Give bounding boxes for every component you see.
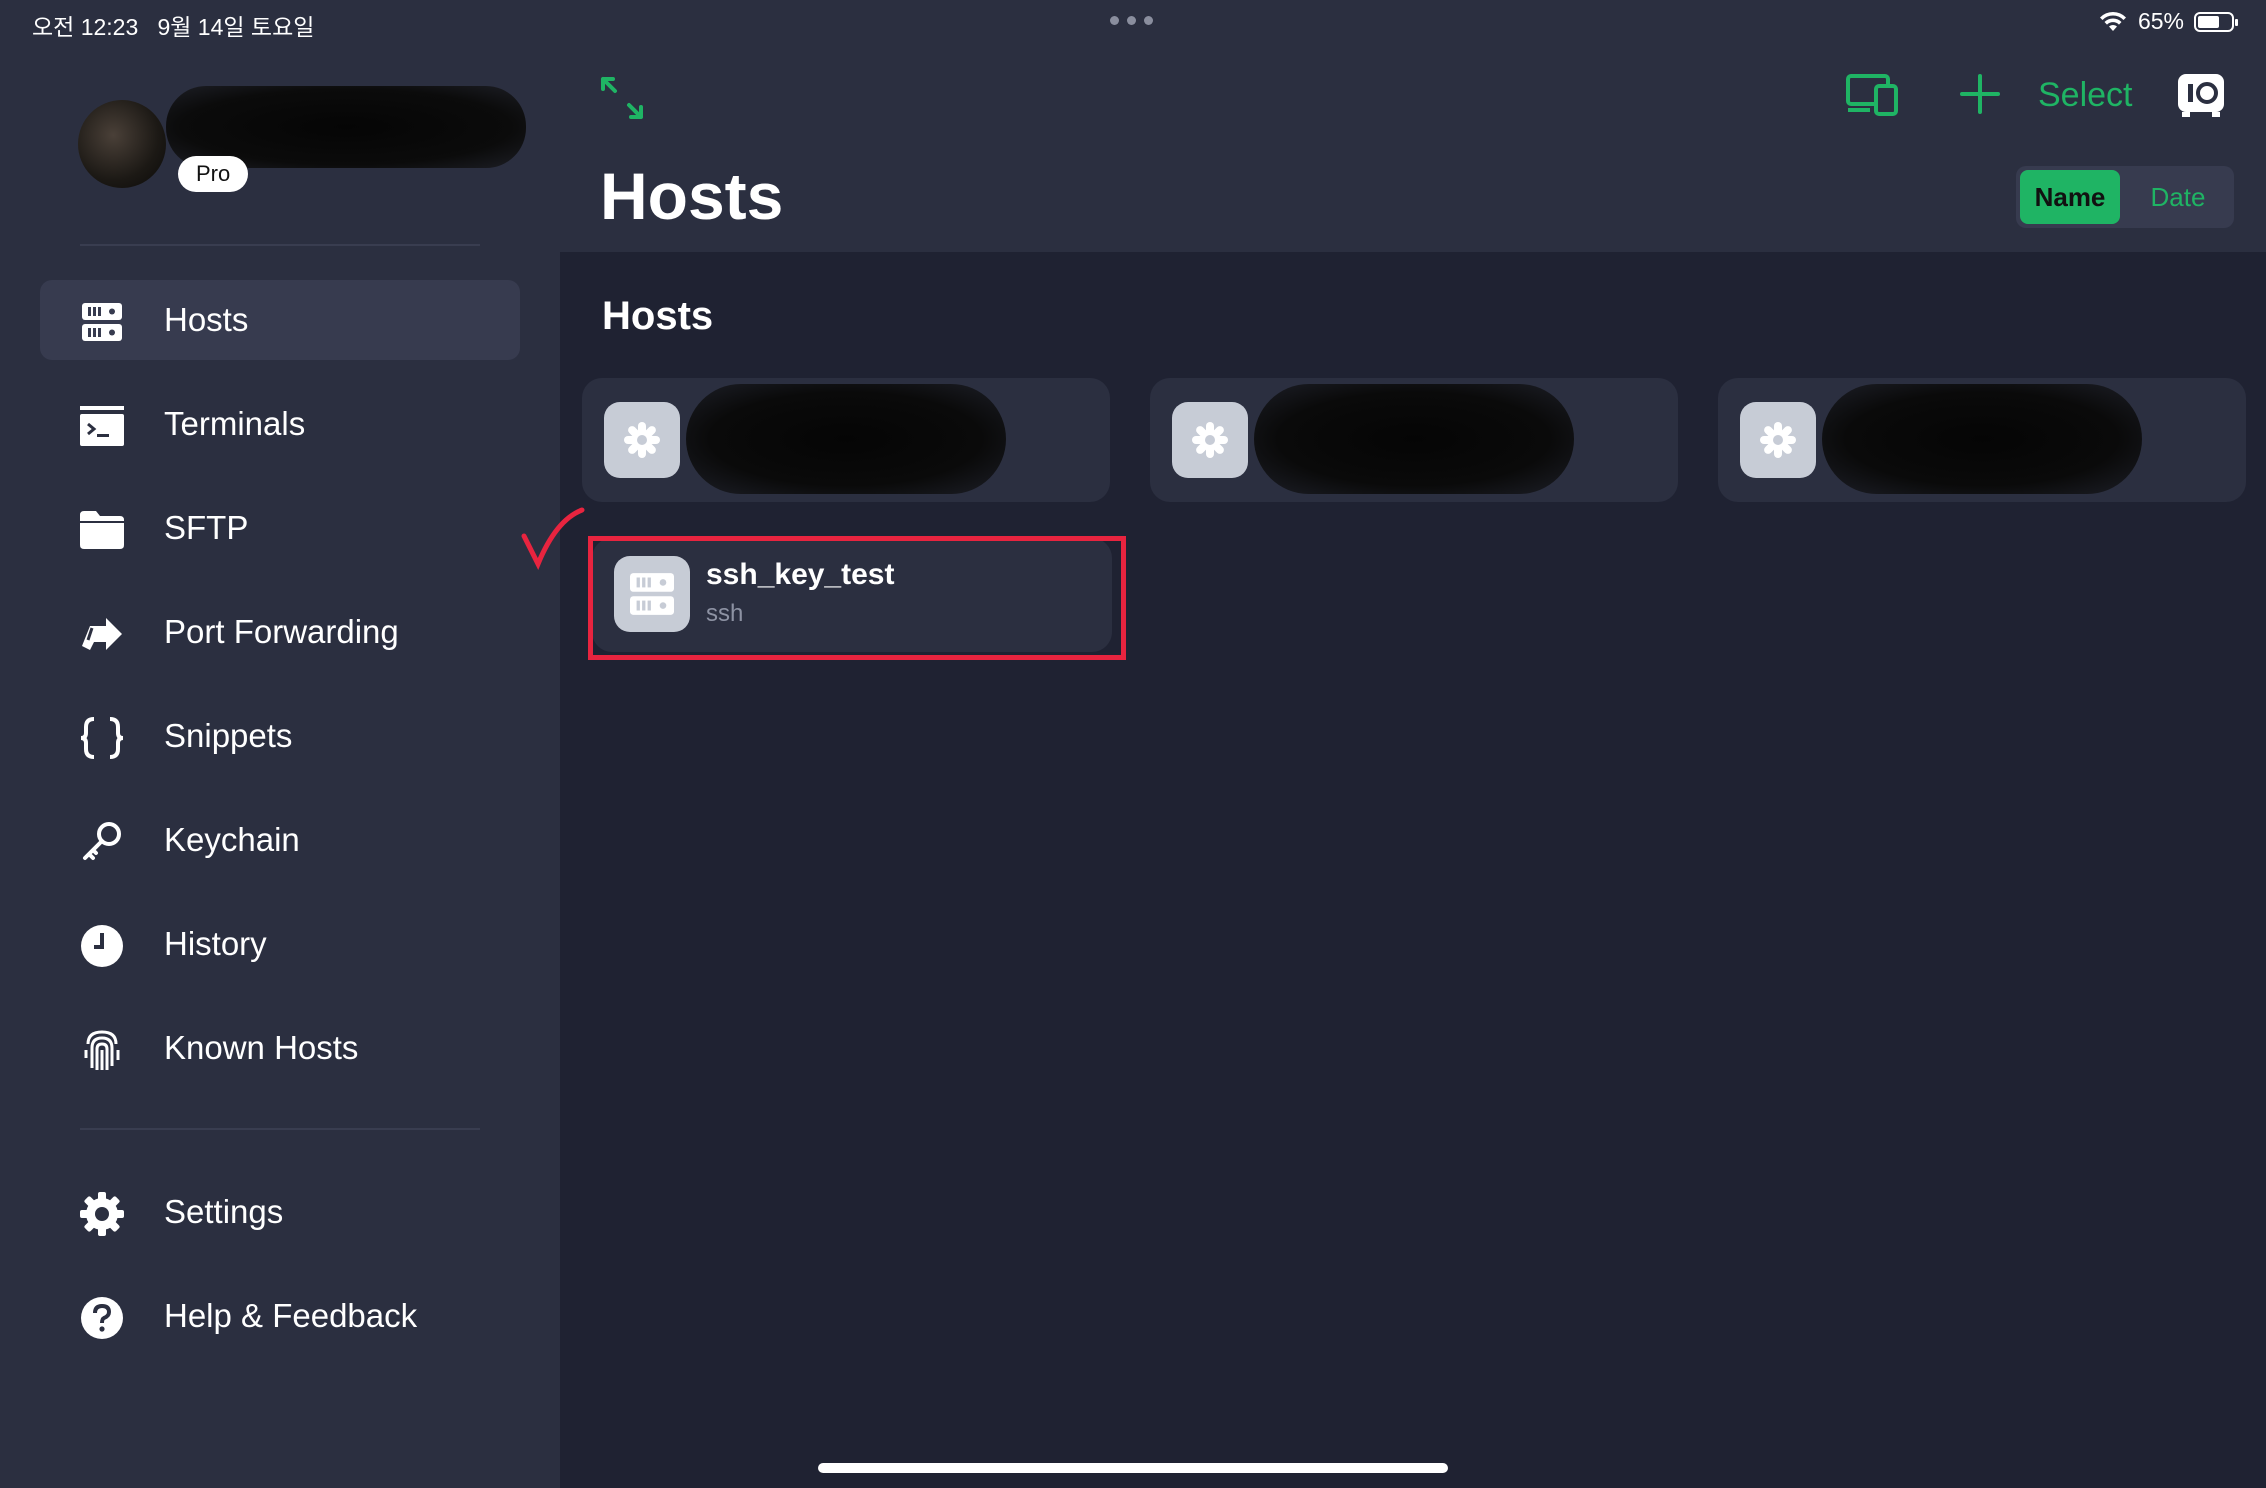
sort-name-option[interactable]: Name: [2020, 170, 2120, 224]
redacted-host-name: [686, 384, 1006, 494]
sidebar-item-hosts[interactable]: Hosts: [40, 280, 520, 360]
section-title: Hosts: [602, 294, 714, 338]
sidebar-item-label: Snippets: [164, 717, 293, 754]
sidebar-item-label: Known Hosts: [164, 1029, 359, 1066]
status-time: 오전 12:23: [32, 14, 139, 40]
help-icon: [80, 1296, 124, 1340]
sort-date-option[interactable]: Date: [2126, 170, 2230, 224]
sidebar-item-history[interactable]: History: [40, 904, 520, 984]
redacted-host-name: [1254, 384, 1574, 494]
gear-icon: [80, 1192, 124, 1236]
sidebar-item-snippets[interactable]: Snippets: [40, 696, 520, 776]
sidebar-item-port-forwarding[interactable]: Port Forwarding: [40, 592, 520, 672]
linux-distro-icon: [604, 402, 680, 478]
sidebar-item-label: History: [164, 925, 267, 962]
sidebar-item-label: SFTP: [164, 509, 249, 546]
host-card[interactable]: [582, 378, 1110, 502]
folder-icon: [80, 508, 124, 552]
sort-segmented-control: Name Date: [2016, 166, 2234, 228]
braces-icon: [80, 716, 124, 760]
terminal-icon: [80, 404, 124, 448]
status-time-date: 오전 12:23 9월 14일 토요일: [32, 8, 314, 42]
key-icon: [80, 820, 124, 864]
sidebar-item-label: Hosts: [164, 301, 249, 338]
status-indicators: 65%: [2098, 8, 2238, 35]
wifi-icon: [2099, 11, 2126, 31]
checkmark-icon: [521, 507, 585, 571]
sidebar-item-label: Terminals: [164, 405, 306, 442]
sidebar-item-label: Help & Feedback: [164, 1297, 418, 1334]
sidebar-divider: [80, 1128, 480, 1130]
select-button[interactable]: Select: [2038, 76, 2133, 115]
avatar[interactable]: [78, 100, 166, 188]
linux-distro-icon: [1740, 402, 1816, 478]
battery-icon: [2194, 11, 2238, 32]
sidebar-item-sftp[interactable]: SFTP: [40, 488, 520, 568]
status-date: 9월 14일 토요일: [157, 14, 315, 40]
multitasking-dots[interactable]: [1110, 16, 1153, 25]
vault-icon[interactable]: [2176, 72, 2226, 118]
sidebar-item-label: Keychain: [164, 821, 300, 858]
sidebar-item-label: Settings: [164, 1193, 284, 1230]
redacted-host-name: [1822, 384, 2142, 494]
linux-distro-icon: [1172, 402, 1248, 478]
devices-icon[interactable]: [1846, 72, 1898, 116]
sidebar-divider: [80, 244, 480, 246]
clock-icon: [80, 924, 124, 968]
battery-percent: 65%: [2137, 8, 2184, 34]
add-host-button[interactable]: [1958, 72, 2002, 116]
sidebar: Pro Hosts Terminals SFTP Port Forwarding…: [0, 0, 560, 1488]
highlight-box: [588, 536, 1126, 660]
hosts-icon: [80, 300, 124, 344]
sidebar-item-label: Port Forwarding: [164, 613, 399, 650]
sidebar-item-keychain[interactable]: Keychain: [40, 800, 520, 880]
sidebar-item-help-feedback[interactable]: Help & Feedback: [40, 1276, 520, 1356]
port-forwarding-icon: [80, 612, 124, 656]
pro-badge: Pro: [178, 156, 249, 192]
home-indicator[interactable]: [818, 1463, 1448, 1473]
host-card[interactable]: [1718, 378, 2246, 502]
expand-icon[interactable]: [600, 76, 644, 120]
sidebar-item-settings[interactable]: Settings: [40, 1172, 520, 1252]
profile[interactable]: Pro: [78, 86, 528, 200]
page-title: Hosts: [600, 159, 784, 233]
status-bar: 오전 12:23 9월 14일 토요일 65%: [0, 0, 2266, 48]
sidebar-item-terminals[interactable]: Terminals: [40, 384, 520, 464]
host-card[interactable]: [1150, 378, 1678, 502]
sidebar-item-known-hosts[interactable]: Known Hosts: [40, 1008, 520, 1088]
fingerprint-icon: [80, 1028, 124, 1072]
